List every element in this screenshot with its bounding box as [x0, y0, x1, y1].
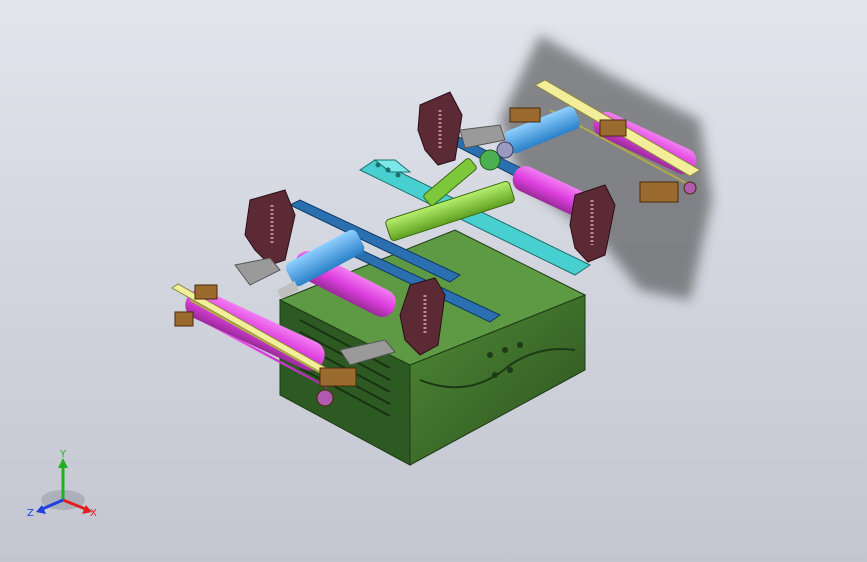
y-axis-label: Y	[59, 449, 67, 460]
coordinate-triad: Y X Z	[27, 449, 97, 519]
model-canvas[interactable]: Y X Z	[0, 0, 867, 562]
z-axis-label: Z	[27, 508, 34, 519]
bracket-right-front[interactable]	[569, 184, 616, 263]
cad-viewport[interactable]: Y X Z	[0, 0, 867, 562]
bracket-left-back[interactable]	[244, 189, 296, 266]
bracket-right-back[interactable]	[417, 91, 463, 166]
x-axis-label: X	[90, 508, 97, 519]
